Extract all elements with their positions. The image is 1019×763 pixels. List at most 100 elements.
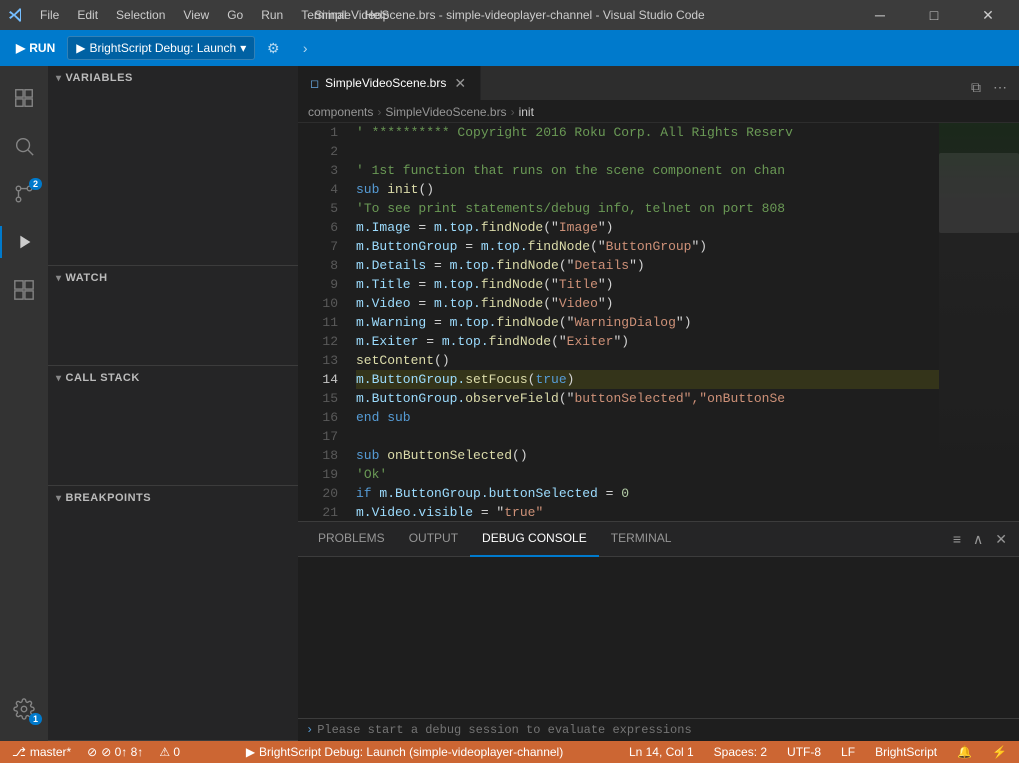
warnings-item[interactable]: ⚠ 0 [155,745,184,759]
minimap-slider[interactable] [939,153,1019,233]
breadcrumb-sep-2: › [511,105,515,119]
code-line-8: m.Details = m.top.findNode("Details") [356,256,939,275]
language-item[interactable]: BrightScript [871,745,941,759]
tab-output[interactable]: OUTPUT [397,522,470,557]
window-controls: ─ □ ✕ [857,0,1011,30]
editor-area: ◻ SimpleVideoScene.brs ✕ ⧉ ⋯ components … [298,66,1019,741]
sidebar-section-call-stack: ▾ CALL STACK [48,366,298,486]
breadcrumb-file[interactable]: SimpleVideoScene.brs [385,105,506,119]
activity-item-settings[interactable]: 1 [0,685,48,733]
git-branch-item[interactable]: ⎇ master* [8,745,75,759]
menu-view[interactable]: View [175,4,217,26]
panel-tabs: PROBLEMS OUTPUT DEBUG CONSOLE TERMINAL ≡… [298,522,1019,557]
breadcrumb-components[interactable]: components [308,105,373,119]
errors-item[interactable]: ⊘ ⊘ 0↑ 8↑ [83,745,147,759]
call-stack-content [48,390,298,450]
activity-item-source-control[interactable]: 2 [0,170,48,218]
run-label: RUN [29,41,55,55]
breakpoints-content [48,510,298,570]
tab-bar: ◻ SimpleVideoScene.brs ✕ ⧉ ⋯ [298,66,1019,101]
encoding-item[interactable]: UTF-8 [783,745,825,759]
line-ending-item[interactable]: LF [837,745,859,759]
code-content[interactable]: ' ********** Copyright 2016 Roku Corp. A… [348,123,939,521]
code-editor[interactable]: 12345678910111213141516171819202122 ' **… [298,123,1019,521]
code-line-6: m.Image = m.top.findNode("Image") [356,218,939,237]
menu-edit[interactable]: Edit [69,4,106,26]
activity-item-extensions[interactable] [0,266,48,314]
debug-console-input: › [298,718,1019,741]
source-control-badge: 2 [29,178,42,190]
sidebar-header-variables[interactable]: ▾ VARIABLES [48,66,298,90]
settings-button[interactable]: ⚙ [259,34,287,62]
menu-help[interactable]: Help [357,4,398,26]
more-tabs-button[interactable]: ⋯ [989,75,1011,100]
code-line-11: m.Warning = m.top.findNode("WarningDialo… [356,313,939,332]
launch-config-select[interactable]: ▶ BrightScript Debug: Launch ▾ [67,36,255,60]
tab-problems[interactable]: PROBLEMS [306,522,397,557]
breadcrumb-symbol[interactable]: init [519,105,534,119]
cursor-position-label: Ln 14, Col 1 [629,745,694,759]
debug-toolbar: ▶ RUN ▶ BrightScript Debug: Launch ▾ ⚙ › [0,30,1019,66]
tab-debug-console[interactable]: DEBUG CONSOLE [470,522,599,557]
activity-item-run-debug[interactable] [0,218,48,266]
feedback-icon: 🔔 [957,745,972,759]
encoding-label: UTF-8 [787,745,821,759]
indentation-item[interactable]: Spaces: 2 [710,745,771,759]
sidebar-header-watch[interactable]: ▾ WATCH [48,266,298,290]
errors-icon: ⊘ [87,745,97,759]
panel-area: PROBLEMS OUTPUT DEBUG CONSOLE TERMINAL ≡… [298,521,1019,741]
maximize-button[interactable]: □ [911,0,957,30]
remote-item[interactable]: ⚡ [988,745,1011,759]
chevron-watch-icon: ▾ [56,273,62,284]
breakpoints-label: BREAKPOINTS [66,492,152,504]
activity-bottom: 1 [0,685,48,733]
panel-up-button[interactable]: ∧ [969,527,987,552]
title-bar-left: File Edit Selection View Go Run Terminal… [8,4,397,26]
sidebar-header-call-stack[interactable]: ▾ CALL STACK [48,366,298,390]
feedback-item[interactable]: 🔔 [953,745,976,759]
more-button[interactable]: › [291,34,319,62]
activity-item-explorer[interactable] [0,74,48,122]
play-icon: ▶ [76,41,85,55]
git-branch-icon: ⎇ [12,745,26,759]
settings-badge: 1 [29,713,42,725]
panel-content [298,557,1019,718]
menu-file[interactable]: File [32,4,67,26]
minimize-button[interactable]: ─ [857,0,903,30]
code-line-20: if m.ButtonGroup.buttonSelected = 0 [356,484,939,503]
chevron-breakpoints-icon: ▾ [56,493,62,504]
code-line-18: sub onButtonSelected() [356,446,939,465]
code-line-16: end sub [356,408,939,427]
debug-session-label[interactable]: BrightScript Debug: Launch (simple-video… [259,745,563,759]
activity-item-search[interactable] [0,122,48,170]
watch-label: WATCH [66,272,108,284]
collapse-panel-button[interactable]: ≡ [949,527,965,552]
console-input-field[interactable] [317,723,1011,737]
menu-run[interactable]: Run [253,4,291,26]
code-line-7: m.ButtonGroup = m.top.findNode("ButtonGr… [356,237,939,256]
tab-close-button[interactable]: ✕ [452,75,468,92]
panel-actions: ≡ ∧ ✕ [949,527,1011,552]
cursor-position-item[interactable]: Ln 14, Col 1 [625,745,698,759]
menu-terminal[interactable]: Terminal [293,4,354,26]
split-editor-button[interactable]: ⧉ [967,75,985,100]
chevron-down-icon: ▾ [240,41,246,55]
remote-icon: ⚡ [992,745,1007,759]
code-line-4: sub init() [356,180,939,199]
run-button[interactable]: ▶ RUN [8,37,63,59]
code-line-1: ' ********** Copyright 2016 Roku Corp. A… [356,123,939,142]
code-line-9: m.Title = m.top.findNode("Title") [356,275,939,294]
tab-simple-video-scene[interactable]: ◻ SimpleVideoScene.brs ✕ [298,66,481,100]
close-panel-button[interactable]: ✕ [991,527,1011,552]
launch-label: BrightScript Debug: Launch [89,41,236,55]
sidebar-header-breakpoints[interactable]: ▾ BREAKPOINTS [48,486,298,510]
menu-bar: File Edit Selection View Go Run Terminal… [32,4,397,26]
menu-selection[interactable]: Selection [108,4,173,26]
menu-go[interactable]: Go [219,4,251,26]
tab-terminal[interactable]: TERMINAL [599,522,684,557]
code-line-12: m.Exiter = m.top.findNode("Exiter") [356,332,939,351]
breadcrumb: components › SimpleVideoScene.brs › init [298,101,1019,123]
chevron-callstack-icon: ▾ [56,373,62,384]
sidebar-section-watch: ▾ WATCH [48,266,298,366]
close-button[interactable]: ✕ [965,0,1011,30]
